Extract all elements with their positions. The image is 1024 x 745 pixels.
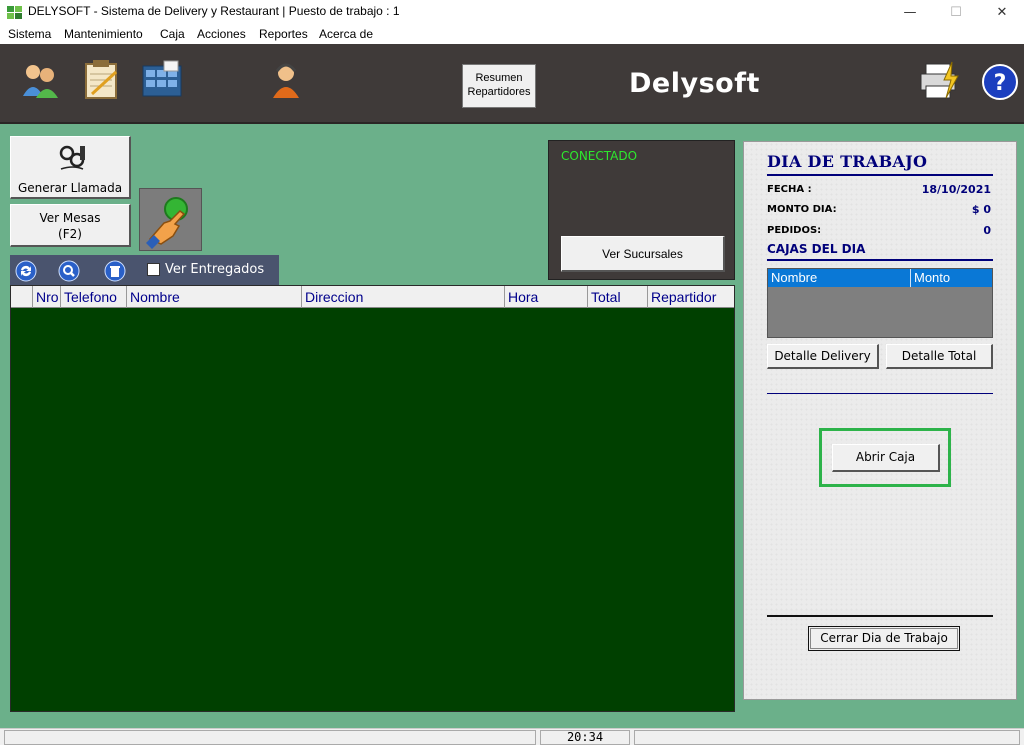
trash-icon[interactable] xyxy=(104,260,126,282)
ver-entregados-checkbox[interactable]: Ver Entregados xyxy=(147,262,264,277)
search-icon[interactable] xyxy=(58,260,80,282)
grid-header: Nro Telefono Nombre Direccion Hora Total… xyxy=(11,286,734,308)
app-puzzle-icon xyxy=(7,6,22,19)
cajas-grid-header: Nombre Monto xyxy=(768,269,992,287)
operator-icon[interactable] xyxy=(264,58,308,102)
connection-panel: CONECTADO Ver Sucursales xyxy=(548,140,735,280)
close-button[interactable]: ✕ xyxy=(979,0,1024,24)
status-bar: 20:34 xyxy=(0,728,1024,745)
tables-icon[interactable] xyxy=(140,58,184,102)
status-panel-extra xyxy=(634,730,1020,745)
main-area: Generar Llamada Ver Mesas (F2) Ver Entre… xyxy=(0,124,1024,728)
pedidos-value: 0 xyxy=(983,224,991,237)
grid-toolbar: Ver Entregados xyxy=(10,255,279,285)
abrir-caja-highlight: Abrir Caja xyxy=(819,428,951,487)
col-nro[interactable]: Nro xyxy=(33,286,61,308)
detalle-total-button[interactable]: Detalle Total xyxy=(886,344,993,369)
menu-mantenimiento[interactable]: Mantenimiento xyxy=(64,27,143,41)
menu-caja[interactable]: Caja xyxy=(160,27,185,41)
detalle-delivery-button[interactable]: Detalle Delivery xyxy=(767,344,879,369)
menu-reportes[interactable]: Reportes xyxy=(259,27,308,41)
ver-sucursales-button[interactable]: Ver Sucursales xyxy=(561,236,725,272)
users-icon[interactable] xyxy=(18,58,62,102)
pointing-hand-icon xyxy=(146,197,188,249)
menu-acciones[interactable]: Acciones xyxy=(197,27,246,41)
bottom-divider xyxy=(767,615,993,617)
col-hora[interactable]: Hora xyxy=(505,286,588,308)
main-toolbar: Resumen Repartidores Delysoft ? xyxy=(0,44,1024,124)
ver-mesas-button[interactable]: Ver Mesas (F2) xyxy=(10,204,131,247)
title-underline xyxy=(767,174,993,176)
window-title: DELYSOFT - Sistema de Delivery y Restaur… xyxy=(28,4,400,18)
monto-dia-label: MONTO DIA: xyxy=(767,204,837,215)
menu-bar: Sistema Mantenimiento Caja Acciones Repo… xyxy=(0,24,1024,44)
dia-trabajo-title: DIA DE TRABAJO xyxy=(767,152,928,171)
abrir-caja-button[interactable]: Abrir Caja xyxy=(832,444,940,472)
grid-row-selector-header xyxy=(11,286,33,308)
col-repartidor[interactable]: Repartidor xyxy=(648,286,734,308)
dia-trabajo-panel: DIA DE TRABAJO FECHA : 18/10/2021 MONTO … xyxy=(743,141,1017,700)
title-bar: DELYSOFT - Sistema de Delivery y Restaur… xyxy=(0,0,1024,24)
pedidos-grid[interactable]: Nro Telefono Nombre Direccion Hora Total… xyxy=(10,285,735,712)
notepad-icon[interactable] xyxy=(80,58,124,102)
brand-logo: Delysoft xyxy=(629,68,760,99)
connection-status: CONECTADO xyxy=(561,149,638,163)
generar-llamada-button[interactable]: Generar Llamada xyxy=(10,136,131,199)
fecha-label: FECHA : xyxy=(767,184,812,195)
minimize-button[interactable]: — xyxy=(887,0,933,24)
status-time: 20:34 xyxy=(540,730,630,745)
checkbox-box[interactable] xyxy=(147,263,160,276)
fecha-value: 18/10/2021 xyxy=(921,183,991,196)
printer-icon[interactable] xyxy=(918,58,962,102)
cajas-col-monto[interactable]: Monto xyxy=(911,269,992,287)
col-nombre[interactable]: Nombre xyxy=(127,286,302,308)
refresh-icon[interactable] xyxy=(15,260,37,282)
cajas-col-nombre[interactable]: Nombre xyxy=(768,269,911,287)
menu-sistema[interactable]: Sistema xyxy=(8,27,51,41)
maximize-button[interactable]: ☐ xyxy=(933,0,979,24)
monto-dia-value: $ 0 xyxy=(971,203,991,216)
menu-acerca-de[interactable]: Acerca de xyxy=(319,27,373,41)
help-icon[interactable]: ? xyxy=(980,58,1020,102)
cajas-del-dia-title: CAJAS DEL DIA xyxy=(767,242,866,256)
section-divider xyxy=(767,393,993,394)
cerrar-dia-button[interactable]: Cerrar Dia de Trabajo xyxy=(808,626,960,651)
pedidos-label: PEDIDOS: xyxy=(767,225,822,236)
handcuffs-call-icon xyxy=(59,145,85,170)
cajas-underline xyxy=(767,259,993,261)
status-panel-message xyxy=(4,730,536,745)
svg-text:?: ? xyxy=(994,71,1007,96)
generar-llamada-label: Generar Llamada xyxy=(17,181,123,195)
cajas-grid[interactable]: Nombre Monto xyxy=(767,268,993,338)
col-direccion[interactable]: Direccion xyxy=(302,286,505,308)
col-telefono[interactable]: Telefono xyxy=(61,286,127,308)
resumen-repartidores-button[interactable]: Resumen Repartidores xyxy=(462,64,536,108)
col-total[interactable]: Total xyxy=(588,286,648,308)
pointer-hand-button[interactable] xyxy=(139,188,202,251)
